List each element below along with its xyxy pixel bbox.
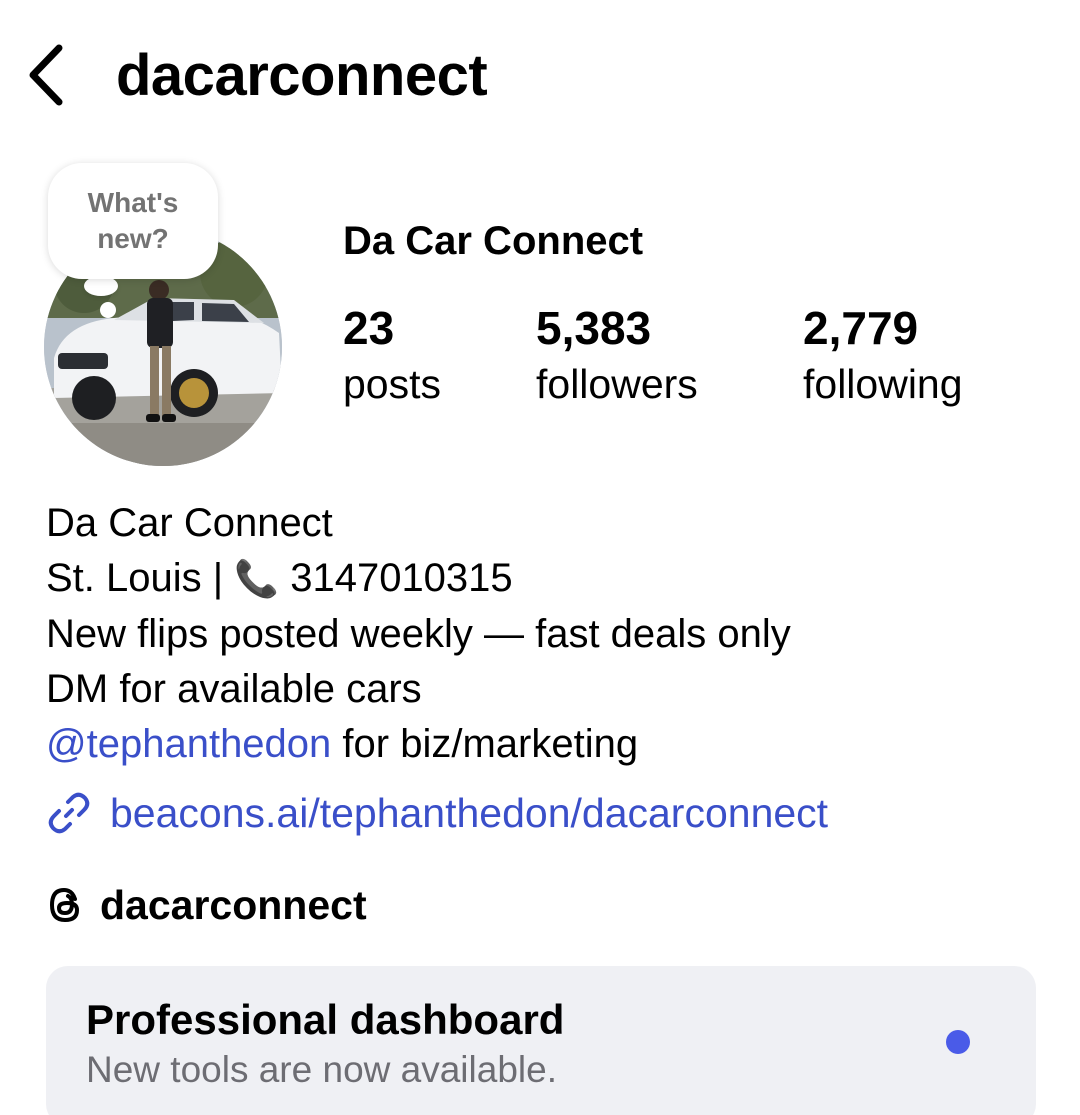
note-text-line1: What's [87, 187, 179, 218]
followers-stat[interactable]: 5,383 followers [536, 300, 698, 412]
bio-line-tagline: New flips posted weekly — fast deals onl… [46, 612, 791, 656]
phone-icon: 📞 [234, 559, 280, 600]
back-button[interactable] [22, 40, 72, 110]
bio-phone-number: 3147010315 [279, 556, 513, 600]
bio-line-location: St. Louis | 📞 3147010315 [46, 551, 1046, 607]
threads-badge[interactable]: dacarconnect [46, 878, 367, 932]
bio-line-mention: @tephanthedon for biz/marketing [46, 717, 1046, 772]
posts-label: posts [343, 361, 441, 407]
notification-dot [946, 1030, 970, 1054]
link-url: beacons.ai/tephanthedon/dacarconnect [110, 790, 829, 836]
link-icon [46, 790, 92, 836]
profile-page: dacarconnect What's new? Da Car Connect … [0, 0, 1080, 1115]
followers-count: 5,383 [536, 302, 652, 354]
following-stat[interactable]: 2,779 following [803, 300, 963, 412]
dashboard-subtitle: New tools are now available. [86, 1049, 557, 1090]
posts-stat[interactable]: 23 posts [343, 300, 441, 412]
bio-mention-rest: for biz/marketing [331, 722, 639, 766]
note-bubble-dot [100, 302, 116, 318]
note-text-line2: new? [97, 223, 169, 254]
note-bubble-tail [84, 276, 118, 296]
note-bubble[interactable]: What's new? [48, 163, 218, 279]
threads-icon [46, 885, 84, 925]
external-link[interactable]: beacons.ai/tephanthedon/dacarconnect [46, 785, 828, 841]
followers-label: followers [536, 361, 698, 407]
bio-line-name: Da Car Connect [46, 501, 333, 545]
threads-handle: dacarconnect [100, 882, 367, 928]
professional-dashboard-card[interactable]: Professional dashboard New tools are now… [46, 966, 1036, 1115]
bio: Da Car Connect St. Louis | 📞 3147010315 … [46, 496, 1046, 772]
bio-location-text: St. Louis | [46, 556, 235, 600]
display-name: Da Car Connect [343, 219, 644, 263]
bio-line-dm: DM for available cars [46, 667, 422, 711]
dashboard-title: Professional dashboard [86, 996, 565, 1043]
following-count: 2,779 [803, 302, 919, 354]
posts-count: 23 [343, 302, 395, 354]
mention-link[interactable]: @tephanthedon [46, 722, 331, 766]
following-label: following [803, 361, 963, 407]
header-username: dacarconnect [116, 43, 488, 108]
chevron-left-icon [29, 44, 63, 106]
